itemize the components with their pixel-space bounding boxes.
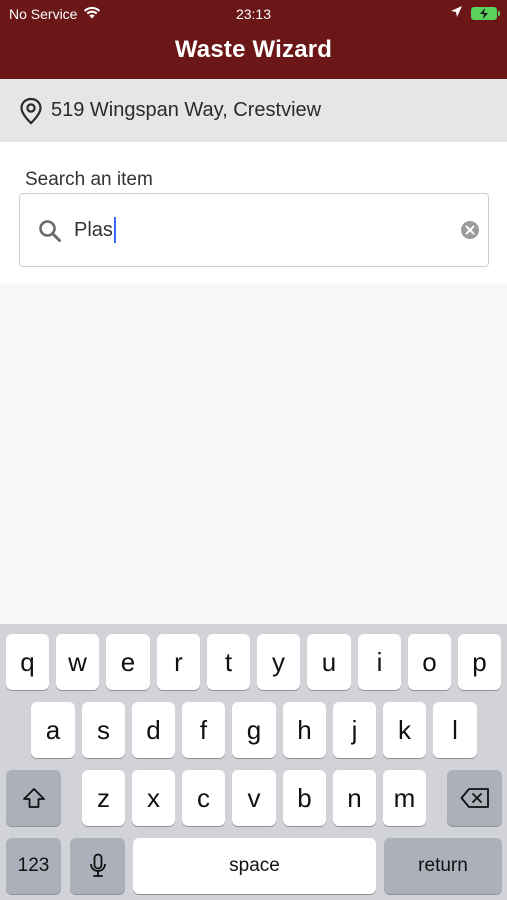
- backspace-icon: [460, 788, 489, 808]
- backspace-key[interactable]: [447, 770, 502, 826]
- key-s[interactable]: s: [82, 702, 125, 758]
- shift-icon: [22, 788, 45, 808]
- key-h[interactable]: h: [283, 702, 326, 758]
- key-v[interactable]: v: [232, 770, 276, 826]
- return-key[interactable]: return: [384, 838, 502, 894]
- search-label: Search an item: [25, 169, 153, 190]
- space-key[interactable]: space: [133, 838, 376, 894]
- results-area: [0, 284, 507, 624]
- key-q[interactable]: q: [6, 634, 49, 690]
- text-caret: [113, 217, 116, 243]
- key-g[interactable]: g: [232, 702, 276, 758]
- key-e[interactable]: e: [106, 634, 150, 690]
- dictation-key[interactable]: [70, 838, 125, 894]
- key-k[interactable]: k: [383, 702, 426, 758]
- status-right: [450, 5, 500, 21]
- status-bar: No Service 23:13: [0, 0, 507, 28]
- key-f[interactable]: f: [182, 702, 225, 758]
- close-icon: [465, 225, 475, 235]
- address-text: 519 Wingspan Way, Crestview: [51, 99, 322, 121]
- numbers-key[interactable]: 123: [6, 838, 61, 894]
- key-b[interactable]: b: [283, 770, 326, 826]
- search-icon: [38, 219, 62, 248]
- key-l[interactable]: l: [433, 702, 477, 758]
- key-w[interactable]: w: [56, 634, 99, 690]
- key-c[interactable]: c: [182, 770, 225, 826]
- search-section: Search an item Plas: [0, 142, 507, 284]
- key-d[interactable]: d: [132, 702, 175, 758]
- shift-key[interactable]: [6, 770, 61, 826]
- address-bar[interactable]: 519 Wingspan Way, Crestview: [0, 79, 507, 142]
- key-j[interactable]: j: [333, 702, 376, 758]
- key-o[interactable]: o: [408, 634, 451, 690]
- search-input[interactable]: Plas: [74, 215, 454, 245]
- key-a[interactable]: a: [31, 702, 75, 758]
- app-header: No Service 23:13 Waste Wizard: [0, 0, 507, 79]
- search-box[interactable]: Plas: [19, 193, 489, 267]
- key-t[interactable]: t: [207, 634, 250, 690]
- key-m[interactable]: m: [383, 770, 426, 826]
- key-n[interactable]: n: [333, 770, 376, 826]
- battery-charging-icon: [471, 6, 500, 20]
- page-title: Waste Wizard: [174, 36, 333, 63]
- clear-search-button[interactable]: [461, 221, 479, 239]
- key-u[interactable]: u: [307, 634, 351, 690]
- key-i[interactable]: i: [358, 634, 401, 690]
- key-z[interactable]: z: [82, 770, 125, 826]
- microphone-icon: [89, 853, 106, 877]
- onscreen-keyboard: q w e r t y u i o p a s d f g h j k l z …: [0, 624, 507, 900]
- location-pin-icon: [19, 97, 43, 125]
- key-p[interactable]: p: [458, 634, 501, 690]
- key-y[interactable]: y: [257, 634, 300, 690]
- key-r[interactable]: r: [157, 634, 200, 690]
- status-time: 23:13: [235, 6, 272, 22]
- location-arrow-icon: [450, 5, 463, 21]
- key-x[interactable]: x: [132, 770, 175, 826]
- search-input-value: Plas: [74, 218, 113, 241]
